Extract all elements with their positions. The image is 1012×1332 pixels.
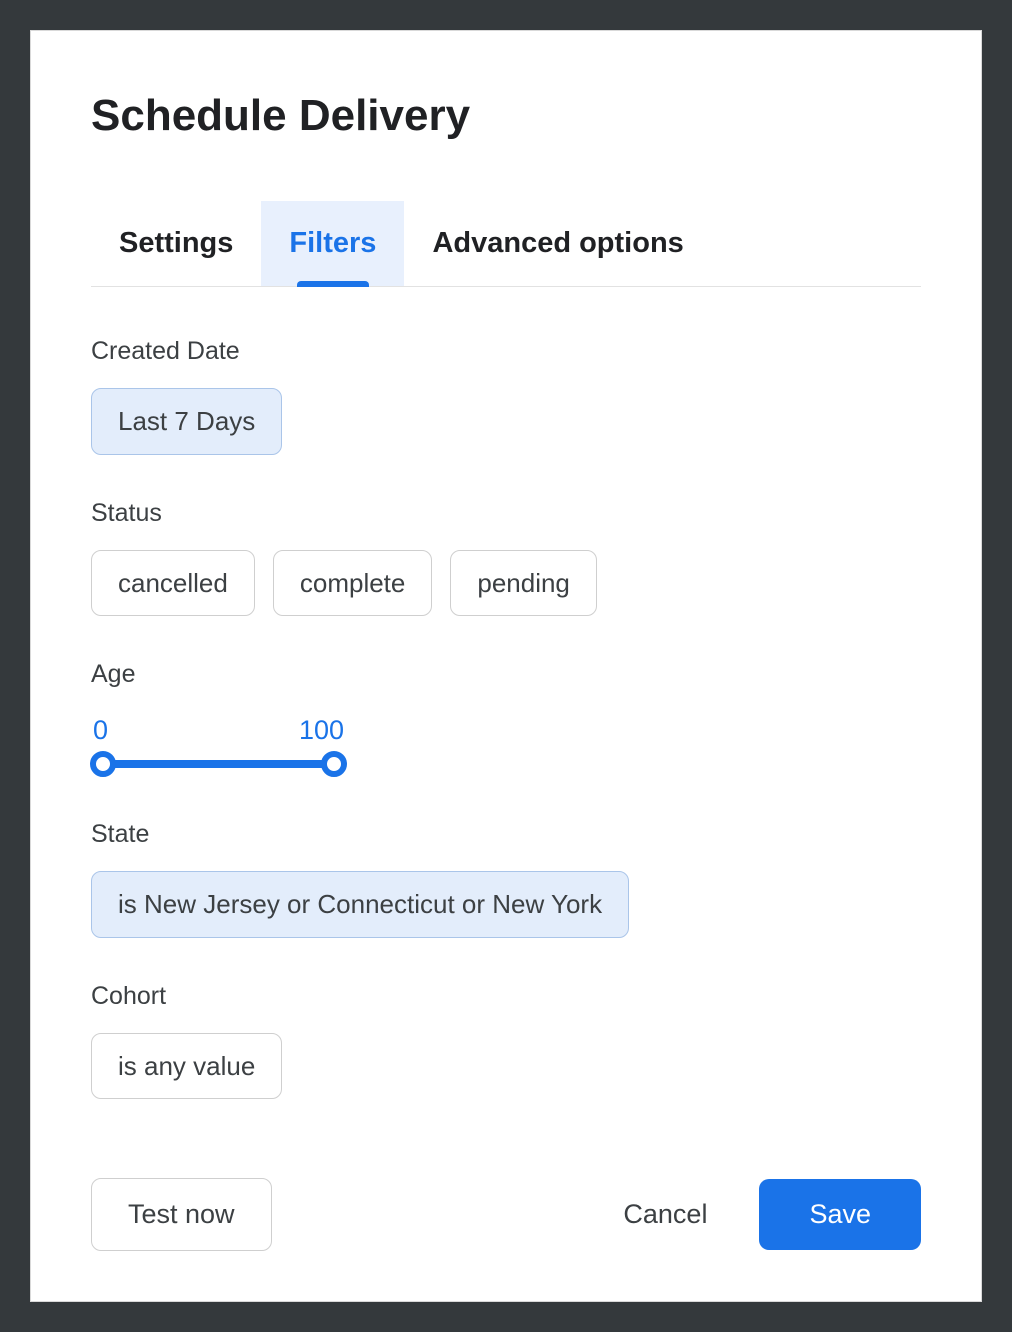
- slider-handle-min[interactable]: [90, 751, 116, 777]
- slider-handle-max[interactable]: [321, 751, 347, 777]
- tab-advanced-options[interactable]: Advanced options: [404, 201, 711, 286]
- slider-value-labels: 0 100: [91, 715, 346, 746]
- filter-age: Age 0 100: [91, 660, 921, 776]
- filter-label-age: Age: [91, 660, 921, 689]
- age-min-value: 0: [93, 715, 108, 746]
- save-button[interactable]: Save: [759, 1179, 921, 1250]
- chip-row: cancelled complete pending: [91, 550, 921, 617]
- dialog-footer: Test now Cancel Save: [91, 1178, 921, 1251]
- slider-rail: [103, 760, 334, 768]
- filter-status: Status cancelled complete pending: [91, 499, 921, 617]
- age-max-value: 100: [299, 715, 344, 746]
- chip-status-cancelled[interactable]: cancelled: [91, 550, 255, 617]
- chip-state-nj-ct-ny[interactable]: is New Jersey or Connecticut or New York: [91, 871, 629, 938]
- slider-track: [91, 752, 346, 776]
- chip-cohort-any-value[interactable]: is any value: [91, 1033, 282, 1100]
- filter-label-state: State: [91, 820, 921, 849]
- age-range-slider[interactable]: 0 100: [91, 711, 346, 776]
- cancel-button[interactable]: Cancel: [613, 1179, 717, 1250]
- tab-settings[interactable]: Settings: [91, 201, 261, 286]
- filter-label-status: Status: [91, 499, 921, 528]
- chip-row: is New Jersey or Connecticut or New York: [91, 871, 921, 938]
- tabs: Settings Filters Advanced options: [91, 201, 921, 287]
- filters-panel: Created Date Last 7 Days Status cancelle…: [91, 337, 921, 1158]
- test-now-button[interactable]: Test now: [91, 1178, 272, 1251]
- dialog-title: Schedule Delivery: [91, 91, 921, 141]
- filter-label-created-date: Created Date: [91, 337, 921, 366]
- schedule-delivery-dialog: Schedule Delivery Settings Filters Advan…: [30, 30, 982, 1302]
- chip-row: Last 7 Days: [91, 388, 921, 455]
- filter-created-date: Created Date Last 7 Days: [91, 337, 921, 455]
- filter-label-cohort: Cohort: [91, 982, 921, 1011]
- chip-status-complete[interactable]: complete: [273, 550, 433, 617]
- chip-row: is any value: [91, 1033, 921, 1100]
- chip-status-pending[interactable]: pending: [450, 550, 597, 617]
- chip-created-date-last-7-days[interactable]: Last 7 Days: [91, 388, 282, 455]
- filter-cohort: Cohort is any value: [91, 982, 921, 1100]
- filter-state: State is New Jersey or Connecticut or Ne…: [91, 820, 921, 938]
- tab-filters[interactable]: Filters: [261, 201, 404, 286]
